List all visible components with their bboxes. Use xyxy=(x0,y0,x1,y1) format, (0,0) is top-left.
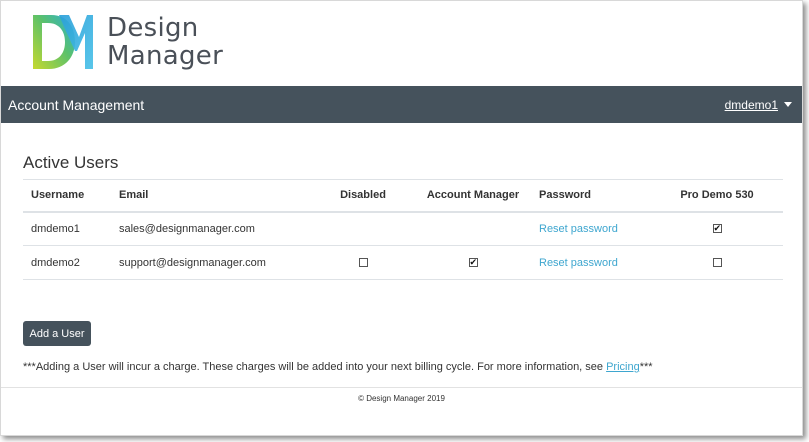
pricing-link[interactable]: Pricing xyxy=(606,361,640,373)
app-window: Design Manager Account Management dmdemo… xyxy=(0,0,803,436)
header-password: Password xyxy=(531,179,651,213)
cell-password: Reset password xyxy=(531,211,651,246)
cell-pro-demo xyxy=(651,211,783,246)
cell-username: dmdemo1 xyxy=(23,211,111,246)
disabled-checkbox[interactable] xyxy=(358,258,368,268)
header-username: Username xyxy=(23,179,111,213)
pro-demo-checkbox[interactable] xyxy=(712,222,722,234)
pro-demo-checkbox[interactable] xyxy=(712,258,722,268)
table-header-row: Username Email Disabled Account Manager … xyxy=(23,179,783,213)
footer-divider xyxy=(1,387,802,388)
user-menu-label: dmdemo1 xyxy=(724,97,778,112)
billing-note-suffix: *** xyxy=(639,361,653,373)
logo[interactable]: Design Manager xyxy=(29,11,223,73)
table-row: dmdemo1 sales@designmanager.com Reset pa… xyxy=(23,211,783,246)
cell-pro-demo xyxy=(651,245,783,280)
footer: © Design Manager 2019 xyxy=(358,394,445,403)
header-email: Email xyxy=(111,179,311,213)
cell-password: Reset password xyxy=(531,245,651,280)
header-account-manager: Account Manager xyxy=(415,179,531,213)
cell-username: dmdemo2 xyxy=(23,245,111,280)
header-disabled: Disabled xyxy=(311,179,415,213)
cell-disabled xyxy=(311,211,415,246)
design-manager-logo-icon xyxy=(33,15,93,69)
user-menu-toggle[interactable]: dmdemo1 xyxy=(725,98,792,112)
account-manager-checkbox[interactable] xyxy=(468,256,478,268)
caret-down-icon xyxy=(784,102,792,107)
brand-name: Design Manager xyxy=(107,14,223,70)
brand-line-2: Manager xyxy=(107,41,224,71)
section-title: Active Users xyxy=(23,153,119,172)
add-user-button[interactable]: Add a User xyxy=(23,321,91,346)
cell-account-manager xyxy=(415,211,531,246)
navbar: Account Management dmdemo1 xyxy=(1,86,802,123)
reset-password-link[interactable]: Reset password xyxy=(539,257,618,269)
main-content: Active Users Username Email Disabled Acc… xyxy=(23,153,783,280)
cell-email: sales@designmanager.com xyxy=(111,211,311,246)
reset-password-link[interactable]: Reset password xyxy=(539,223,618,235)
brand-line-1: Design xyxy=(107,13,199,43)
table-row: dmdemo2 support@designmanager.com Reset … xyxy=(23,245,783,280)
billing-note-text: ***Adding a User will incur a charge. Th… xyxy=(23,361,607,373)
nav-title: Account Management xyxy=(8,96,145,113)
billing-note: ***Adding a User will incur a charge. Th… xyxy=(23,361,653,373)
cell-account-manager xyxy=(415,245,531,280)
users-table: Username Email Disabled Account Manager … xyxy=(23,179,783,280)
cell-email: support@designmanager.com xyxy=(111,245,311,280)
header-pro-demo: Pro Demo 530 xyxy=(651,179,783,213)
cell-disabled xyxy=(311,245,415,280)
